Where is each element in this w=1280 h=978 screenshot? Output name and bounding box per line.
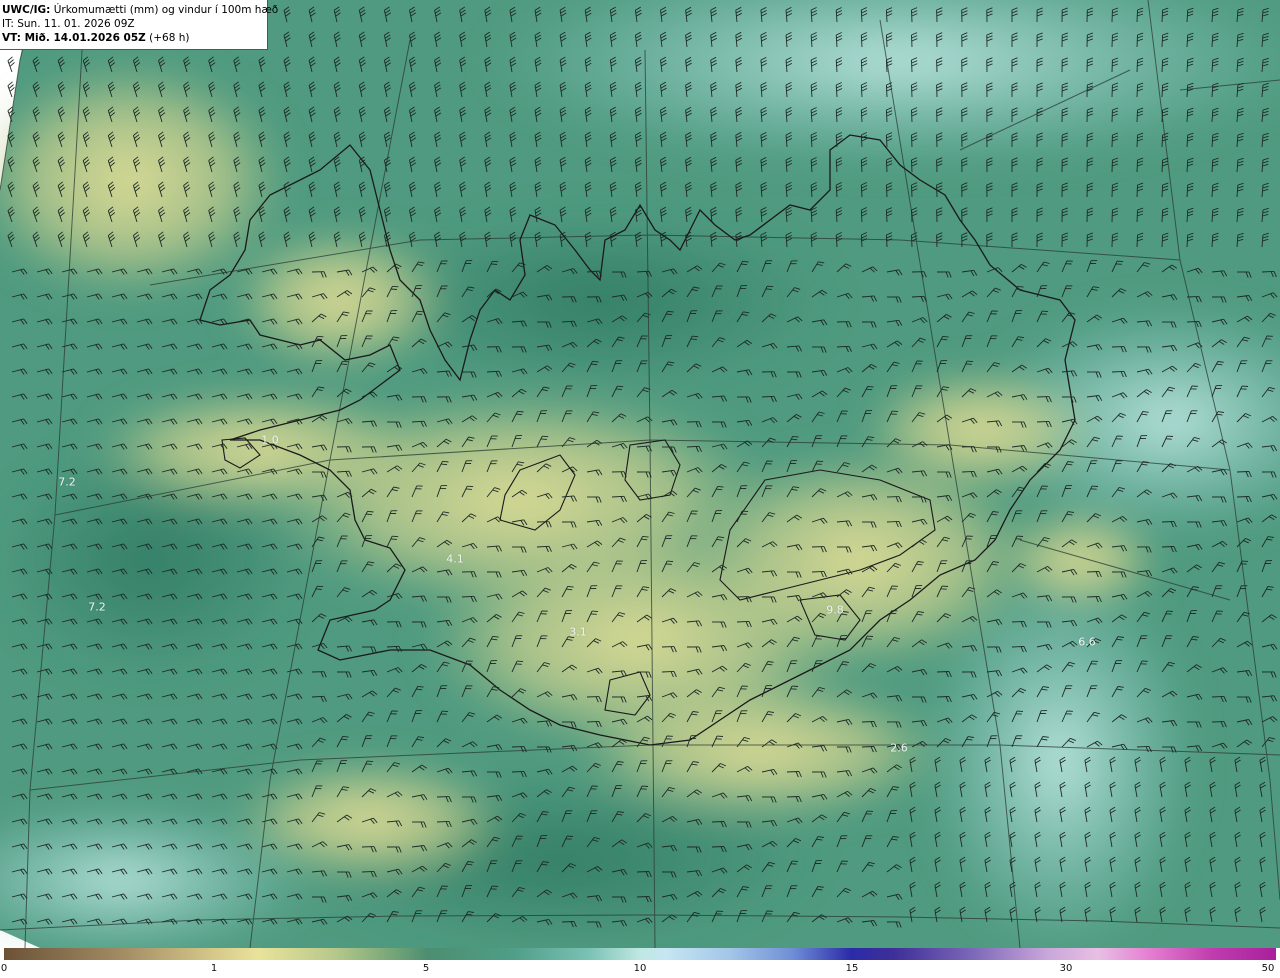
title-line: UWC/IG: Úrkomumætti (mm) og vindur í 100…	[2, 3, 278, 17]
colorbar-strip	[4, 948, 1276, 960]
value-label: 1.0	[261, 433, 279, 447]
value-label: 9.8	[826, 603, 844, 617]
value-label: 3.1	[569, 625, 587, 639]
value-label: 2.6	[890, 741, 908, 755]
precip-shading	[0, 0, 1280, 948]
colorbar-tick: 1	[210, 963, 218, 974]
lead-time: (+68 h)	[149, 32, 190, 44]
colorbar-tick: 10	[633, 963, 647, 974]
weather-map[interactable]: UWC/IG: Úrkomumætti (mm) og vindur í 100…	[0, 0, 1280, 948]
model-label: UWC/IG:	[2, 4, 51, 16]
valid-time: VT: Mið. 14.01.2026 05Z	[2, 32, 146, 44]
colorbar-tick: 0	[0, 963, 8, 974]
value-label: 4.1	[446, 552, 464, 566]
colorbar-tick: 5	[422, 963, 430, 974]
value-label: 7.2	[58, 475, 76, 489]
colorbar: 0 1 5 10 15 30 50	[0, 948, 1280, 978]
colorbar-tick: 50	[1261, 963, 1275, 974]
valid-time-line: VT: Mið. 14.01.2026 05Z (+68 h)	[2, 31, 267, 45]
value-label: 7.2	[88, 600, 106, 614]
colorbar-tick: 15	[845, 963, 859, 974]
init-time: IT: Sun. 11. 01. 2026 09Z	[2, 18, 135, 30]
colorbar-tick: 30	[1059, 963, 1073, 974]
map-info-box: UWC/IG: Úrkomumætti (mm) og vindur í 100…	[0, 0, 278, 50]
precipitation-map-canvas	[0, 0, 1280, 948]
parameter-title: Úrkomumætti (mm) og vindur í 100m hæð	[53, 4, 279, 16]
value-label: 6.6	[1078, 635, 1096, 649]
